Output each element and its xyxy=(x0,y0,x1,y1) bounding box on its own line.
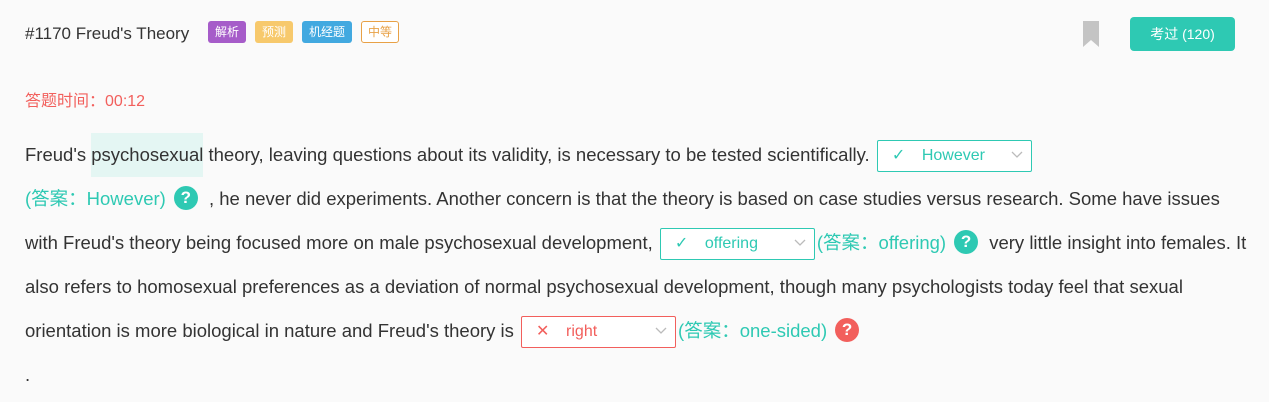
check-icon: ✓ xyxy=(891,147,906,165)
bookmark-icon[interactable] xyxy=(1083,21,1099,47)
tag-prediction[interactable]: 预测 xyxy=(255,21,294,43)
help-icon[interactable]: ? xyxy=(835,318,860,343)
question-title: #1170 Freud's Theory xyxy=(25,24,190,43)
timer-label: 答题时间： xyxy=(25,93,106,110)
passage-text: Freud's xyxy=(25,144,92,165)
help-icon[interactable]: ? xyxy=(173,186,198,211)
blank-2-selected: offering xyxy=(704,235,758,253)
check-icon: ✓ xyxy=(674,235,689,253)
answer-timer: 答题时间：00:12 xyxy=(25,87,145,111)
chevron-down-icon xyxy=(1011,151,1023,159)
blank-2-answer: (答案：offering) xyxy=(816,232,947,253)
blank-3-selected: right xyxy=(566,323,598,341)
tag-analysis[interactable]: 解析 xyxy=(208,21,247,43)
question-header: #1170 Freud's Theory 解析 预测 机经题 中等 考过 (12… xyxy=(25,17,1235,51)
passage-text: . xyxy=(25,364,31,385)
blank-select-2[interactable]: ✓ offering xyxy=(659,228,815,261)
tag-list: 解析 预测 机经题 中等 xyxy=(208,21,400,43)
blank-1-answer: (答案：However) xyxy=(25,188,166,209)
timer-value: 00:12 xyxy=(105,93,146,110)
blank-3-answer: (答案：one-sided) xyxy=(678,320,828,341)
chevron-down-icon xyxy=(655,327,667,335)
blank-select-1[interactable]: ✓ However xyxy=(876,140,1032,173)
tag-difficulty: 中等 xyxy=(361,21,400,43)
highlighted-word: psychosexual xyxy=(91,133,204,177)
cross-icon: ✕ xyxy=(536,323,550,341)
pass-count-button[interactable]: 考过 (120) xyxy=(1130,17,1235,51)
help-icon[interactable]: ? xyxy=(954,230,979,255)
blank-select-3[interactable]: ✕ right xyxy=(521,316,677,349)
tag-exam-question[interactable]: 机经题 xyxy=(302,21,353,43)
blank-1-selected: However xyxy=(921,147,985,165)
passage: Freud's psychosexual theory, leaving que… xyxy=(25,133,1250,397)
chevron-down-icon xyxy=(794,239,806,247)
passage-text: theory, leaving questions about its vali… xyxy=(203,144,870,165)
